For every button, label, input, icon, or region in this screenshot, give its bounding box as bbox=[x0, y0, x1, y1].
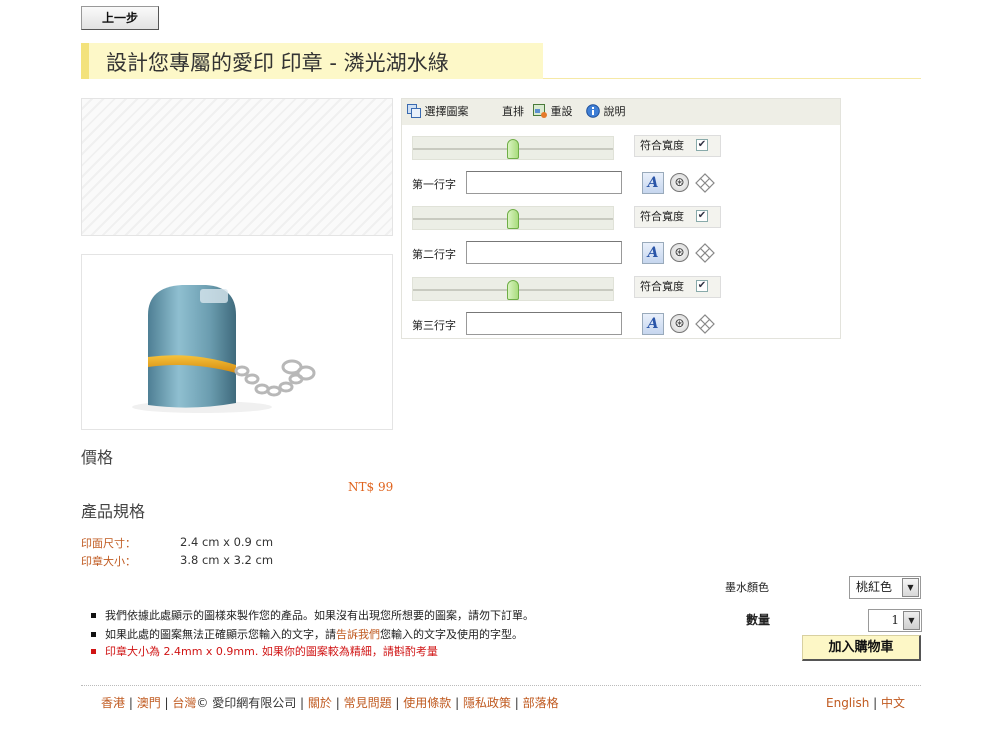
slider-handle[interactable] bbox=[507, 209, 519, 229]
font-size-slider-3[interactable] bbox=[412, 277, 614, 301]
fit-width-toggle-1[interactable]: 符合寬度 ✔ bbox=[634, 135, 721, 157]
spec-value-face-size: 2.4 cm x 0.9 cm bbox=[180, 535, 274, 549]
quantity-value: 1 bbox=[891, 613, 899, 627]
fit-width-checkbox[interactable]: ✔ bbox=[696, 139, 708, 151]
fit-width-checkbox[interactable]: ✔ bbox=[696, 210, 708, 222]
contact-us-link[interactable]: 告訴我們 bbox=[336, 628, 380, 641]
slider-handle[interactable] bbox=[507, 139, 519, 159]
line-1-label: 第一行字 bbox=[412, 178, 456, 191]
stamp-product-illustration bbox=[132, 285, 316, 413]
back-button[interactable]: 上一步 bbox=[81, 6, 159, 30]
pattern-button-3[interactable] bbox=[694, 313, 716, 335]
footer-link-taiwan[interactable]: 台灣 bbox=[172, 696, 196, 710]
ink-color-value: 桃紅色 bbox=[856, 580, 893, 594]
symbol-button-1[interactable]: ⊛ bbox=[670, 173, 689, 192]
font-select-button-2[interactable]: A bbox=[642, 242, 664, 264]
fit-width-toggle-2[interactable]: 符合寬度 ✔ bbox=[634, 206, 721, 228]
note-item-1: 我們依據此處顯示的圖樣來製作您的產品。如果沒有出現您所想要的圖案，請勿下訂單。 bbox=[91, 607, 534, 623]
fit-width-checkbox[interactable]: ✔ bbox=[696, 280, 708, 292]
pattern-icon bbox=[407, 104, 421, 118]
note-text-2-pre: 如果此處的圖案無法正確顯示您輸入的文字，請 bbox=[105, 628, 336, 641]
price-value: NT$ 99 bbox=[348, 480, 394, 494]
price-heading: 價格 bbox=[81, 448, 114, 467]
ink-color-select[interactable]: 桃紅色 ▼ bbox=[849, 576, 921, 599]
chevron-down-icon[interactable]: ▼ bbox=[903, 611, 920, 630]
select-pattern-button[interactable]: 選擇圖案 bbox=[407, 104, 469, 119]
font-size-slider-1[interactable] bbox=[412, 136, 614, 160]
info-icon bbox=[586, 104, 600, 118]
reset-button[interactable]: 重設 bbox=[533, 104, 573, 119]
line-3-label: 第三行字 bbox=[412, 319, 456, 332]
symbol-button-3[interactable]: ⊛ bbox=[670, 314, 689, 333]
footer-link-blog[interactable]: 部落格 bbox=[523, 696, 559, 710]
vertical-layout-button[interactable]: 直排 bbox=[502, 105, 524, 119]
pattern-button-2[interactable] bbox=[694, 242, 716, 264]
note-item-2: 如果此處的圖案無法正確顯示您輸入的文字，請告訴我們您輸入的文字及使用的字型。 bbox=[91, 626, 523, 642]
language-switcher: English | 中文 bbox=[826, 696, 906, 710]
pattern-button-1[interactable] bbox=[694, 172, 716, 194]
note-text-3: 印章大小為 2.4mm x 0.9mm. 如果你的圖案較為精細，請斟酌考量 bbox=[105, 645, 438, 658]
bullet-icon bbox=[91, 612, 96, 618]
quantity-select[interactable]: 1 ▼ bbox=[868, 609, 922, 632]
spec-label-stamp-size: 印章大小： bbox=[81, 555, 136, 568]
symbol-button-2[interactable]: ⊛ bbox=[670, 243, 689, 262]
footer-divider bbox=[81, 685, 921, 686]
spec-label-face-size: 印面尺寸： bbox=[81, 537, 136, 550]
fit-width-toggle-3[interactable]: 符合寬度 ✔ bbox=[634, 276, 721, 298]
line-3-input[interactable] bbox=[466, 312, 622, 335]
help-label: 說明 bbox=[603, 105, 626, 118]
footer-link-privacy[interactable]: 隱私政策 bbox=[463, 696, 511, 710]
stamp-preview bbox=[81, 98, 393, 236]
select-pattern-label: 選擇圖案 bbox=[424, 105, 469, 118]
spec-value-stamp-size: 3.8 cm x 3.2 cm bbox=[180, 553, 274, 567]
reset-icon bbox=[533, 104, 547, 118]
line-2-label: 第二行字 bbox=[412, 248, 456, 261]
page-title: 設計您專屬的愛印 印章 - 潾光湖水綠 bbox=[106, 51, 449, 75]
note-text-2-post: 您輸入的文字及使用的字型。 bbox=[380, 628, 523, 641]
lang-english-link[interactable]: English bbox=[826, 696, 869, 710]
slider-handle[interactable] bbox=[507, 280, 519, 300]
help-button[interactable]: 說明 bbox=[586, 104, 626, 119]
line-2-input[interactable] bbox=[466, 241, 622, 264]
product-image bbox=[81, 254, 393, 430]
lang-chinese-link[interactable]: 中文 bbox=[881, 696, 905, 710]
footer-link-about[interactable]: 關於 bbox=[308, 696, 332, 710]
footer-links: 香港 | 澳門 | 台灣© 愛印網有限公司 | 關於 | 常見問題 | 使用條款… bbox=[101, 696, 559, 710]
fit-width-label: 符合寬度 bbox=[640, 139, 684, 152]
footer-link-faq[interactable]: 常見問題 bbox=[344, 696, 392, 710]
add-to-cart-button[interactable]: 加入購物車 bbox=[802, 635, 921, 661]
note-text-1: 我們依據此處顯示的圖樣來製作您的產品。如果沒有出現您所想要的圖案，請勿下訂單。 bbox=[105, 609, 534, 622]
line-1-input[interactable] bbox=[466, 171, 622, 194]
footer-link-hk[interactable]: 香港 bbox=[101, 696, 125, 710]
footer-copyright: © 愛印網有限公司 bbox=[196, 696, 297, 710]
chevron-down-icon[interactable]: ▼ bbox=[902, 578, 919, 597]
footer-link-macau[interactable]: 澳門 bbox=[137, 696, 161, 710]
fit-width-label: 符合寬度 bbox=[640, 280, 684, 293]
quantity-label: 數量 bbox=[746, 613, 771, 627]
fit-width-label: 符合寬度 bbox=[640, 210, 684, 223]
font-select-button-3[interactable]: A bbox=[642, 313, 664, 335]
note-item-3: 印章大小為 2.4mm x 0.9mm. 如果你的圖案較為精細，請斟酌考量 bbox=[91, 643, 438, 659]
title-underline bbox=[543, 78, 921, 79]
reset-label: 重設 bbox=[550, 105, 573, 118]
bullet-icon bbox=[91, 631, 96, 637]
font-select-button-1[interactable]: A bbox=[642, 172, 664, 194]
font-size-slider-2[interactable] bbox=[412, 206, 614, 230]
bullet-icon bbox=[91, 648, 96, 654]
specs-heading: 產品規格 bbox=[81, 502, 146, 521]
footer-link-terms[interactable]: 使用條款 bbox=[403, 696, 451, 710]
ink-color-label: 墨水顏色 bbox=[725, 581, 769, 594]
